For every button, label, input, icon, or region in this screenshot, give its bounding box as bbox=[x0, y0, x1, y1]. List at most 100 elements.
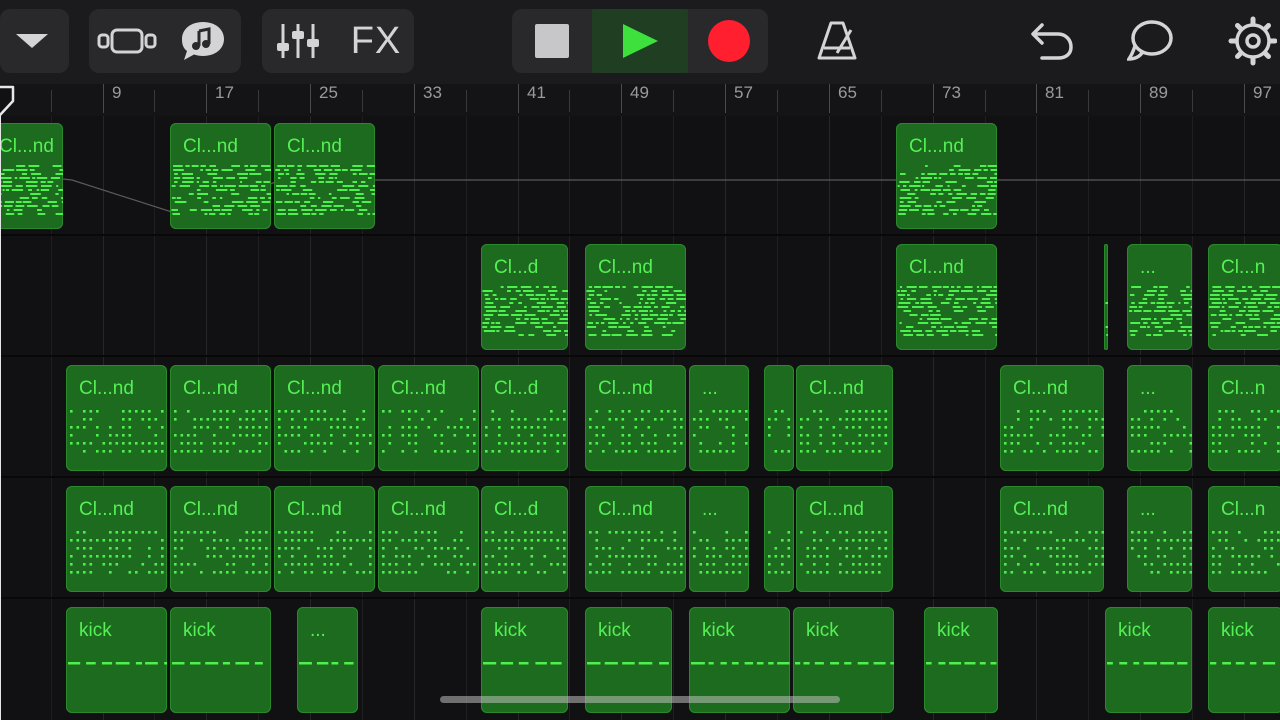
track-region[interactable]: Cl...nd bbox=[585, 486, 686, 592]
track-separator bbox=[0, 597, 1280, 599]
track-region[interactable]: Cl...d bbox=[481, 486, 568, 592]
track-region[interactable]: Cl...nd bbox=[66, 365, 167, 471]
region-label: ... bbox=[1140, 257, 1156, 278]
track-region[interactable]: Cl...nd bbox=[66, 486, 167, 592]
track-region[interactable]: Cl...d bbox=[481, 365, 568, 471]
midi-notes bbox=[768, 531, 791, 574]
settings-button[interactable] bbox=[1222, 9, 1280, 73]
region-label: Cl...n bbox=[1221, 257, 1266, 278]
track-region[interactable]: kick bbox=[1208, 607, 1280, 713]
track-region[interactable] bbox=[1104, 244, 1108, 350]
timeline-ruler[interactable]: 9 17 25 33 41 49 57 65 73 81 89 97 bbox=[0, 84, 1280, 116]
region-label: kick bbox=[183, 620, 216, 641]
track-region[interactable]: Cl...nd bbox=[585, 365, 686, 471]
track-region[interactable]: Cl...nd bbox=[796, 486, 893, 592]
ruler-tick bbox=[518, 84, 519, 113]
track-region[interactable]: ... bbox=[297, 607, 358, 713]
playhead-handle[interactable] bbox=[0, 85, 17, 119]
midi-notes bbox=[1129, 286, 1192, 336]
bar-number: 65 bbox=[838, 83, 857, 102]
region-label: Cl...nd bbox=[183, 136, 238, 157]
track-region[interactable]: ... bbox=[1127, 486, 1192, 592]
metronome-button[interactable] bbox=[806, 9, 868, 73]
record-icon bbox=[708, 20, 750, 62]
track-region[interactable]: Cl...nd bbox=[585, 244, 686, 350]
track-region[interactable]: Cl...nd bbox=[1000, 365, 1104, 471]
midi-notes bbox=[693, 410, 748, 453]
track-region[interactable]: Cl...nd bbox=[796, 365, 893, 471]
track-region[interactable]: Cl...nd bbox=[896, 244, 997, 350]
stop-button[interactable] bbox=[514, 9, 590, 73]
region-label: kick bbox=[937, 620, 970, 641]
tracks-view-icon bbox=[97, 28, 157, 54]
undo-button[interactable] bbox=[1022, 9, 1082, 73]
track-region[interactable]: Cl...nd bbox=[378, 486, 479, 592]
track-region[interactable] bbox=[764, 365, 794, 471]
track-region[interactable]: Cl...nd bbox=[274, 123, 375, 229]
view-toggle-button[interactable] bbox=[93, 9, 161, 73]
track-region[interactable]: Cl...nd bbox=[274, 365, 375, 471]
track-region[interactable]: Cl...nd bbox=[378, 365, 479, 471]
track-region[interactable]: Cl...n bbox=[1208, 486, 1280, 592]
ruler-tick bbox=[725, 84, 726, 113]
instrument-button[interactable] bbox=[170, 9, 236, 73]
bar-number: 33 bbox=[423, 83, 442, 102]
loop-browser-button[interactable] bbox=[1120, 9, 1182, 73]
track-region[interactable]: ... bbox=[689, 365, 749, 471]
track-region[interactable]: Cl...nd bbox=[0, 123, 63, 229]
ruler-tick bbox=[829, 84, 830, 113]
record-button[interactable] bbox=[692, 9, 766, 73]
track-region[interactable] bbox=[764, 486, 794, 592]
track-region[interactable]: Cl...n bbox=[1208, 365, 1280, 471]
track-separator bbox=[0, 234, 1280, 236]
region-label: Cl...nd bbox=[1013, 378, 1068, 399]
midi-notes bbox=[1131, 531, 1192, 574]
play-button[interactable] bbox=[592, 9, 688, 73]
region-label: Cl...nd bbox=[391, 499, 446, 520]
mixer-button[interactable] bbox=[266, 9, 330, 73]
region-label: kick bbox=[494, 620, 527, 641]
track-region[interactable]: ... bbox=[1127, 365, 1192, 471]
playhead[interactable] bbox=[0, 100, 1, 720]
midi-notes bbox=[1105, 302, 1108, 336]
ruler-tick bbox=[466, 90, 467, 112]
ruler-tick bbox=[621, 84, 622, 113]
region-label: kick bbox=[79, 620, 112, 641]
track-region[interactable]: kick bbox=[66, 607, 167, 713]
region-label: Cl...nd bbox=[183, 499, 238, 520]
browser-button[interactable] bbox=[4, 9, 60, 73]
ruler-tick bbox=[1244, 84, 1245, 113]
ruler-tick bbox=[310, 84, 311, 113]
region-label: Cl...d bbox=[494, 499, 539, 520]
stop-icon bbox=[535, 24, 569, 58]
track-region[interactable]: kick bbox=[170, 607, 271, 713]
region-label: Cl...n bbox=[1221, 499, 1266, 520]
track-region[interactable]: kick bbox=[1105, 607, 1192, 713]
bar-number: 97 bbox=[1253, 83, 1272, 102]
track-region[interactable]: Cl...nd bbox=[274, 486, 375, 592]
ruler-tick bbox=[1036, 84, 1037, 113]
ruler-tick bbox=[777, 90, 778, 112]
region-label: Cl...nd bbox=[287, 378, 342, 399]
fx-button[interactable]: FX bbox=[340, 9, 412, 73]
chevron-down-icon bbox=[16, 34, 48, 48]
track-region[interactable]: Cl...n bbox=[1208, 244, 1280, 350]
region-label: ... bbox=[702, 378, 718, 399]
ruler-tick bbox=[414, 84, 415, 113]
track-region[interactable]: Cl...nd bbox=[896, 123, 997, 229]
region-label: Cl...nd bbox=[79, 378, 134, 399]
region-label: kick bbox=[598, 620, 631, 641]
horizontal-scrollbar[interactable] bbox=[440, 696, 840, 703]
track-region[interactable]: Cl...nd bbox=[170, 123, 271, 229]
track-region[interactable]: Cl...nd bbox=[170, 486, 271, 592]
track-region[interactable]: kick bbox=[924, 607, 998, 713]
ruler-tick bbox=[154, 90, 155, 112]
tracks-area[interactable]: Cl...nd Cl...nd Cl...nd Cl...nd Cl...d Cl...n… bbox=[0, 116, 1280, 720]
track-region[interactable]: Cl...d bbox=[481, 244, 568, 350]
track-region[interactable]: ... bbox=[689, 486, 749, 592]
track-region[interactable]: Cl...nd bbox=[1000, 486, 1104, 592]
fx-label: FX bbox=[350, 19, 402, 62]
midi-notes bbox=[1131, 410, 1192, 453]
track-region[interactable]: Cl...nd bbox=[170, 365, 271, 471]
track-region[interactable]: ... bbox=[1127, 244, 1192, 350]
